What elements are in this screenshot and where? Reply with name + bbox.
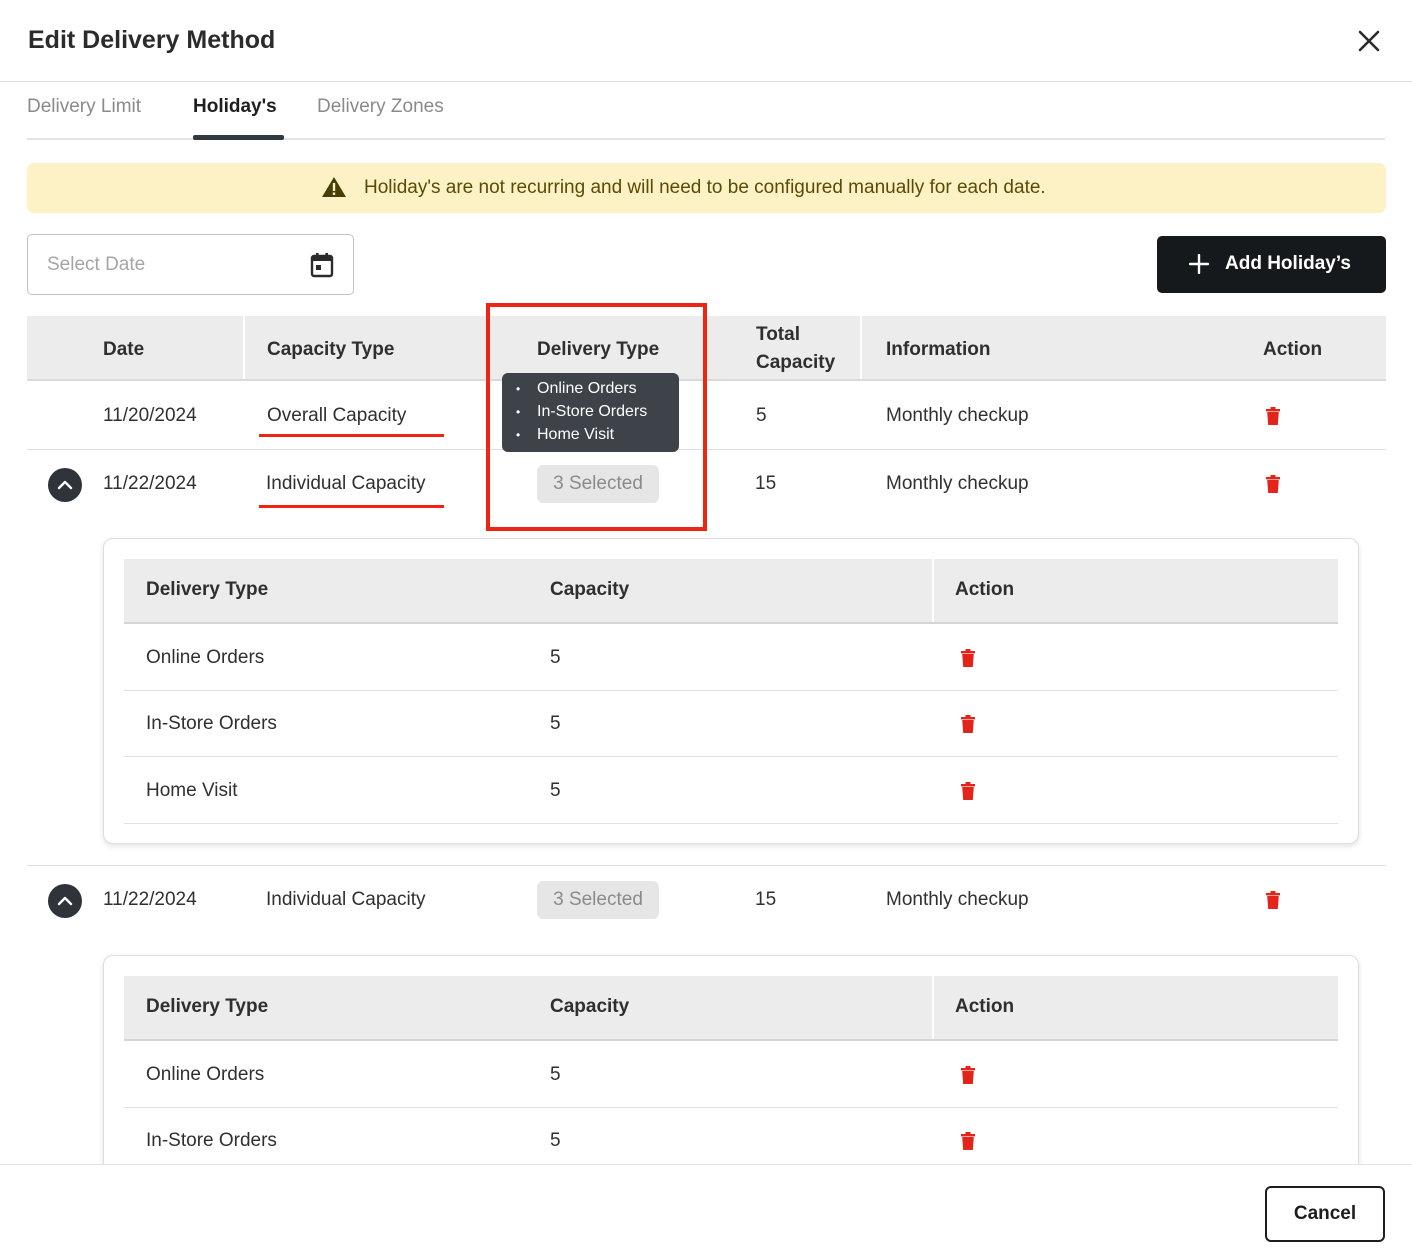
subtable-header: Delivery Type Capacity Action [124, 976, 1338, 1041]
sub-row-capacity: 5 [550, 1130, 561, 1151]
annotation-highlight-box [486, 303, 707, 531]
row-total-capacity: 15 [755, 473, 777, 494]
modal-footer: Cancel [0, 1164, 1412, 1256]
add-holidays-button[interactable]: Add Holiday’s [1157, 236, 1386, 293]
tab-delivery-zones[interactable]: Delivery Zones [317, 96, 444, 118]
active-tab-indicator [193, 135, 284, 140]
close-icon[interactable] [1352, 24, 1386, 58]
row-date: 11/22/2024 [103, 889, 197, 910]
column-divider [932, 976, 934, 1039]
row-information: Monthly checkup [886, 405, 1029, 426]
sub-header-capacity: Capacity [550, 579, 630, 600]
sub-row-delivery-type: In-Store Orders [146, 713, 277, 734]
cancel-button[interactable]: Cancel [1265, 1186, 1385, 1242]
header-capacity-type: Capacity Type [267, 339, 395, 360]
annotation-underline [259, 505, 444, 508]
column-divider [243, 316, 245, 379]
trash-icon[interactable] [961, 1132, 975, 1150]
trash-icon[interactable] [961, 1066, 975, 1084]
sub-header-delivery-type: Delivery Type [146, 579, 269, 600]
sub-row-capacity: 5 [550, 780, 561, 801]
trash-icon[interactable] [1266, 407, 1280, 425]
trash-icon[interactable] [1266, 891, 1280, 909]
sub-row-capacity: 5 [550, 647, 561, 668]
row-information: Monthly checkup [886, 889, 1029, 910]
header-date: Date [103, 339, 145, 360]
sub-header-action: Action [955, 996, 1015, 1017]
info-alert: Holiday's are not recurring and will nee… [27, 163, 1386, 213]
trash-icon[interactable] [1266, 475, 1280, 493]
plus-icon [1188, 253, 1210, 279]
sub-row-delivery-type: Online Orders [146, 647, 265, 668]
delivery-type-chip[interactable]: 3 Selected [537, 881, 659, 919]
header-action: Action [1263, 339, 1323, 360]
row-date: 11/20/2024 [103, 405, 197, 426]
row-divider [27, 865, 1386, 866]
annotation-underline [259, 434, 444, 437]
subtable-header: Delivery Type Capacity Action [124, 559, 1338, 624]
row-divider [124, 756, 1338, 757]
sub-row-capacity: 5 [550, 1064, 561, 1085]
row-date: 11/22/2024 [103, 473, 197, 494]
date-picker [27, 234, 354, 295]
tab-delivery-limit[interactable]: Delivery Limit [27, 96, 141, 118]
sub-row-delivery-type: In-Store Orders [146, 1130, 277, 1151]
sub-row-capacity: 5 [550, 713, 561, 734]
trash-icon[interactable] [961, 715, 975, 733]
chevron-up-icon [57, 480, 73, 490]
header-information: Information [886, 339, 991, 360]
row-capacity-type: Overall Capacity [267, 405, 407, 426]
row-divider [124, 690, 1338, 691]
trash-icon[interactable] [961, 649, 975, 667]
calendar-icon[interactable] [310, 252, 334, 278]
tab-bar: Delivery Limit Holiday's Delivery Zones [27, 82, 1385, 140]
row-information: Monthly checkup [886, 473, 1029, 494]
add-holidays-label: Add Holiday’s [1225, 253, 1351, 274]
row-total-capacity: 5 [756, 405, 767, 426]
row-capacity-type: Individual Capacity [266, 473, 426, 494]
expanded-capacity-card: Delivery Type Capacity Action Online Ord… [103, 538, 1359, 844]
sub-header-delivery-type: Delivery Type [146, 996, 269, 1017]
sub-row-delivery-type: Home Visit [146, 780, 238, 801]
sub-row-delivery-type: Online Orders [146, 1064, 265, 1085]
warning-icon [321, 176, 347, 203]
tab-holidays[interactable]: Holiday's [193, 96, 277, 118]
sub-header-capacity: Capacity [550, 996, 630, 1017]
row-divider [124, 823, 1338, 824]
sub-header-action: Action [955, 579, 1015, 600]
row-total-capacity: 15 [755, 889, 777, 910]
alert-text: Holiday's are not recurring and will nee… [364, 177, 1046, 198]
trash-icon[interactable] [961, 782, 975, 800]
row-divider [124, 1107, 1338, 1108]
select-date-input[interactable] [29, 236, 299, 293]
modal-title: Edit Delivery Method [28, 26, 276, 54]
collapse-row-button[interactable] [48, 468, 82, 502]
header-total-capacity-line1: Total [756, 324, 800, 345]
header-total-capacity-line2: Capacity [756, 352, 836, 373]
collapse-row-button[interactable] [48, 884, 82, 918]
chevron-up-icon [57, 896, 73, 906]
column-divider [860, 316, 862, 379]
row-capacity-type: Individual Capacity [266, 889, 426, 910]
column-divider [932, 559, 934, 622]
modal-header: Edit Delivery Method [0, 0, 1412, 82]
